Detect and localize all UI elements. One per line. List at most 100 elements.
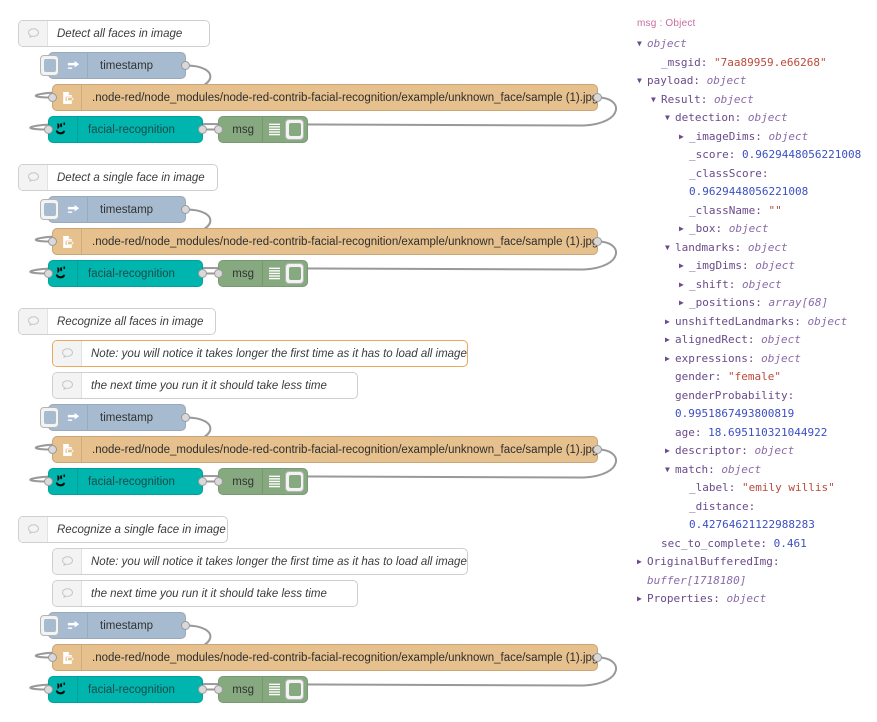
facial-output-port[interactable] (198, 125, 207, 134)
disclosure-triangle-icon[interactable]: ▶ (665, 350, 675, 369)
inject-trigger-button[interactable] (40, 199, 59, 220)
json-row[interactable]: ▶ _imageDims: object (630, 128, 877, 147)
facial-recognition-node-1[interactable]: facial-recognition (44, 260, 207, 287)
inject-node-2[interactable]: timestamp (40, 404, 190, 431)
disclosure-triangle-icon[interactable]: ▶ (665, 442, 675, 461)
file-output-port[interactable] (593, 653, 602, 662)
inject-output-port[interactable] (181, 61, 190, 70)
json-row[interactable]: ▶ descriptor: object (630, 442, 877, 461)
debug-enable-button[interactable] (285, 471, 304, 492)
facial-output-port[interactable] (198, 477, 207, 486)
file-in-node-2[interactable]: .node-red/node_modules/node-red-contrib-… (48, 436, 602, 463)
disclosure-triangle-icon[interactable]: ▶ (679, 276, 689, 295)
note-comment-2-1[interactable]: the next time you run it it should take … (52, 372, 358, 399)
json-row[interactable]: ▶ _shift: object (630, 276, 877, 295)
group-title-comment-0[interactable]: Detect all faces in image (18, 20, 210, 47)
json-row[interactable]: ▶ _box: object (630, 220, 877, 239)
group-title-comment-2[interactable]: Recognize all faces in image (18, 308, 216, 335)
json-row[interactable]: ▼ landmarks: object (630, 239, 877, 258)
json-row[interactable]: genderProbability: 0.9951867493800819 (630, 387, 877, 424)
json-row[interactable]: _msgid: "7aa89959.e66268" (630, 54, 877, 73)
debug-node-3[interactable]: msg (214, 676, 308, 703)
json-row[interactable]: ▶ OriginalBufferedImg: buffer[1718180] (630, 553, 877, 590)
disclosure-triangle-icon[interactable]: ▼ (665, 461, 675, 480)
disclosure-triangle-icon[interactable]: ▼ (637, 35, 647, 54)
facial-output-port[interactable] (198, 685, 207, 694)
file-in-node-3[interactable]: .node-red/node_modules/node-red-contrib-… (48, 644, 602, 671)
disclosure-triangle-icon[interactable]: ▼ (651, 91, 661, 110)
flow-canvas[interactable]: Detect all faces in image timestamp .node-… (0, 0, 630, 722)
json-row[interactable]: gender: "female" (630, 368, 877, 387)
json-row[interactable]: ▼ object (630, 35, 877, 54)
file-input-port[interactable] (48, 237, 57, 246)
disclosure-triangle-icon[interactable]: ▶ (637, 553, 647, 572)
disclosure-triangle-icon[interactable]: ▶ (665, 313, 675, 332)
file-input-port[interactable] (48, 93, 57, 102)
facial-input-port[interactable] (44, 269, 53, 278)
facial-input-port[interactable] (44, 477, 53, 486)
debug-enable-button[interactable] (285, 263, 304, 284)
json-row[interactable]: ▼ Result: object (630, 91, 877, 110)
facial-input-port[interactable] (44, 685, 53, 694)
disclosure-triangle-icon[interactable]: ▶ (679, 220, 689, 239)
debug-node-0[interactable]: msg (214, 116, 308, 143)
json-tree[interactable]: ▼ object _msgid: "7aa89959.e66268" ▼ payloa… (630, 35, 877, 609)
json-row[interactable]: _className: "" (630, 202, 877, 221)
disclosure-triangle-icon[interactable]: ▶ (679, 128, 689, 147)
facial-recognition-node-2[interactable]: facial-recognition (44, 468, 207, 495)
disclosure-triangle-icon[interactable]: ▶ (679, 257, 689, 276)
note-comment-2-0[interactable]: Note: you will notice it takes longer th… (52, 340, 468, 367)
json-row[interactable]: ▼ detection: object (630, 109, 877, 128)
note-comment-3-0[interactable]: Note: you will notice it takes longer th… (52, 548, 468, 575)
json-row[interactable]: ▶ _imgDims: object (630, 257, 877, 276)
file-output-port[interactable] (593, 93, 602, 102)
json-row[interactable]: ▼ match: object (630, 461, 877, 480)
file-in-node-0[interactable]: .node-red/node_modules/node-red-contrib-… (48, 84, 602, 111)
json-row[interactable]: _label: "emily willis" (630, 479, 877, 498)
debug-sidebar[interactable]: msg : Object ▼ object _msgid: "7aa89959.e… (630, 0, 877, 722)
disclosure-triangle-icon[interactable]: ▼ (665, 239, 675, 258)
inject-output-port[interactable] (181, 621, 190, 630)
inject-output-port[interactable] (181, 413, 190, 422)
json-row[interactable]: ▶ expressions: object (630, 350, 877, 369)
file-output-port[interactable] (593, 237, 602, 246)
facial-input-port[interactable] (44, 125, 53, 134)
json-row[interactable]: ▶ unshiftedLandmarks: object (630, 313, 877, 332)
disclosure-triangle-icon[interactable]: ▼ (637, 72, 647, 91)
disclosure-triangle-icon[interactable]: ▶ (665, 331, 675, 350)
inject-trigger-button[interactable] (40, 55, 59, 76)
debug-input-port[interactable] (214, 685, 223, 694)
facial-recognition-node-3[interactable]: facial-recognition (44, 676, 207, 703)
facial-output-port[interactable] (198, 269, 207, 278)
disclosure-triangle-icon[interactable]: ▶ (637, 590, 647, 609)
debug-input-port[interactable] (214, 125, 223, 134)
inject-node-3[interactable]: timestamp (40, 612, 190, 639)
json-row[interactable]: _classScore: 0.9629448056221008 (630, 165, 877, 202)
debug-node-2[interactable]: msg (214, 468, 308, 495)
json-row[interactable]: sec_to_complete: 0.461 (630, 535, 877, 554)
inject-trigger-button[interactable] (40, 407, 59, 428)
file-output-port[interactable] (593, 445, 602, 454)
file-input-port[interactable] (48, 653, 57, 662)
debug-enable-button[interactable] (285, 119, 304, 140)
json-row[interactable]: _score: 0.9629448056221008 (630, 146, 877, 165)
json-row[interactable]: ▼ payload: object (630, 72, 877, 91)
inject-output-port[interactable] (181, 205, 190, 214)
debug-input-port[interactable] (214, 477, 223, 486)
debug-input-port[interactable] (214, 269, 223, 278)
json-row[interactable]: ▶ _positions: array[68] (630, 294, 877, 313)
inject-node-1[interactable]: timestamp (40, 196, 190, 223)
note-comment-3-1[interactable]: the next time you run it it should take … (52, 580, 358, 607)
disclosure-triangle-icon[interactable]: ▼ (665, 109, 675, 128)
disclosure-triangle-icon[interactable]: ▶ (679, 294, 689, 313)
debug-enable-button[interactable] (285, 679, 304, 700)
group-title-comment-1[interactable]: Detect a single face in image (18, 164, 218, 191)
json-row[interactable]: age: 18.695110321044922 (630, 424, 877, 443)
inject-trigger-button[interactable] (40, 615, 59, 636)
debug-node-1[interactable]: msg (214, 260, 308, 287)
json-row[interactable]: ▶ Properties: object (630, 590, 877, 609)
json-row[interactable]: _distance: 0.42764621122988283 (630, 498, 877, 535)
file-input-port[interactable] (48, 445, 57, 454)
json-row[interactable]: ▶ alignedRect: object (630, 331, 877, 350)
inject-node-0[interactable]: timestamp (40, 52, 190, 79)
